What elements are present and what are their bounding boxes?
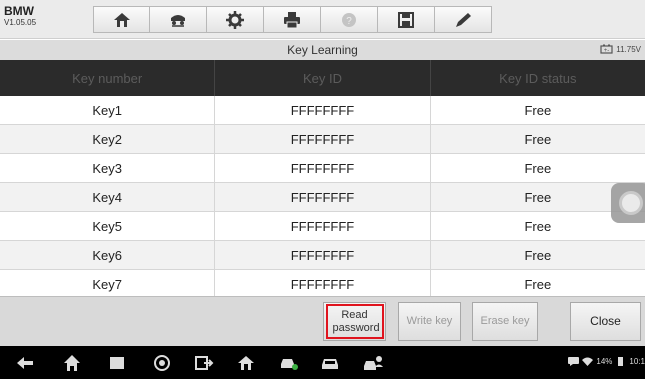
key-table[interactable]: Key1 FFFFFFFF Free Key2 FFFFFFFF Free Ke…: [0, 96, 645, 296]
battery-icon: +-: [600, 44, 613, 54]
print-icon: [284, 11, 300, 28]
clock: 10:1: [629, 357, 645, 366]
settings-button[interactable]: [207, 6, 264, 33]
print-button[interactable]: [264, 6, 321, 33]
vci-car-icon: [281, 359, 298, 370]
screen: BMW V1.05.05 ? Key Learning +- 11.75V Ke…: [0, 0, 645, 379]
title-bar: Key Learning +- 11.75V: [0, 40, 645, 60]
home-nav-icon: [64, 355, 80, 371]
key-status-cell: Free: [524, 247, 552, 263]
column-header-key-id-status: Key ID status: [499, 70, 577, 86]
browser-button[interactable]: [151, 353, 173, 373]
vehicle-button[interactable]: [319, 353, 341, 373]
settings-icon: [226, 10, 244, 29]
key-number-cell: Key4: [0, 183, 216, 211]
screen-switch-icon: [195, 356, 214, 370]
key-id-cell: FFFFFFFF: [215, 125, 431, 153]
car-icon: [322, 359, 338, 369]
software-version: V1.05.05: [4, 18, 37, 27]
table-row[interactable]: Key7 FFFFFFFF Free: [0, 270, 645, 296]
vehicle-swap-button[interactable]: [150, 6, 207, 33]
column-header-key-number: Key number: [0, 60, 216, 96]
back-button[interactable]: [14, 353, 36, 373]
key-status-cell: Free: [524, 131, 552, 147]
recent-apps-button[interactable]: [106, 353, 128, 373]
battery-voltage: +- 11.75V: [600, 44, 641, 54]
table-row[interactable]: Key6 FFFFFFFF Free: [0, 241, 645, 270]
edit-button[interactable]: [435, 6, 492, 33]
svg-text:?: ?: [346, 16, 352, 27]
key-status-cell: Free: [524, 276, 552, 292]
remote-expert-icon: [364, 356, 383, 370]
key-number-cell: Key1: [0, 96, 216, 124]
key-number-cell: Key7: [0, 270, 216, 296]
browser-icon: [154, 355, 170, 371]
remote-expert-button[interactable]: [362, 353, 384, 373]
key-status-cell: Free: [524, 102, 552, 118]
help-icon: ?: [342, 12, 356, 27]
battery-percent: 14%: [596, 357, 613, 366]
close-button[interactable]: Close: [570, 302, 641, 341]
vehicle-brand: BMW V1.05.05: [4, 5, 36, 27]
table-row[interactable]: Key1 FFFFFFFF Free: [0, 96, 645, 125]
battery-level-icon: [618, 357, 624, 366]
erase-key-button[interactable]: Erase key: [472, 302, 538, 341]
key-id-cell: FFFFFFFF: [215, 154, 431, 182]
svg-text:+-: +-: [604, 48, 610, 54]
key-id-cell: FFFFFFFF: [215, 183, 431, 211]
table-row[interactable]: Key5 FFFFFFFF Free: [0, 212, 645, 241]
system-nav-bar: 14% 10:1: [0, 346, 645, 379]
key-status-cell: Free: [524, 160, 552, 176]
key-id-cell: FFFFFFFF: [215, 212, 431, 240]
table-header: Key number Key ID Key ID status: [0, 60, 645, 96]
column-header-key-id: Key ID: [215, 60, 431, 96]
table-row[interactable]: Key2 FFFFFFFF Free: [0, 125, 645, 154]
table-row[interactable]: Key4 FFFFFFFF Free: [0, 183, 645, 212]
recent-apps-icon: [110, 357, 124, 369]
vci-button[interactable]: [278, 353, 300, 373]
home-nav-button[interactable]: [61, 353, 83, 373]
home-button[interactable]: [93, 6, 150, 33]
read-password-button[interactable]: Read password: [323, 302, 386, 341]
key-number-cell: Key6: [0, 241, 216, 269]
diagnostics-home-icon: [238, 356, 254, 370]
wifi-icon: [582, 357, 594, 366]
home-icon: [113, 12, 130, 27]
page-title: Key Learning: [287, 43, 358, 57]
key-id-cell: FFFFFFFF: [215, 96, 431, 124]
top-toolbar: BMW V1.05.05 ?: [0, 0, 645, 39]
action-bar: Read password Write key Erase key Close: [0, 296, 645, 346]
key-number-cell: Key2: [0, 125, 216, 153]
edit-icon: [456, 12, 471, 27]
save-button[interactable]: [378, 6, 435, 33]
screen-switch-button[interactable]: [193, 353, 215, 373]
voltage-value: 11.75V: [616, 44, 641, 54]
assist-ring-icon: [619, 191, 643, 215]
key-number-cell: Key3: [0, 154, 216, 182]
save-icon: [398, 11, 414, 28]
help-button[interactable]: ?: [321, 6, 378, 33]
key-id-cell: FFFFFFFF: [215, 270, 431, 296]
write-key-button[interactable]: Write key: [398, 302, 461, 341]
table-row[interactable]: Key3 FFFFFFFF Free: [0, 154, 645, 183]
vehicle-swap-icon: [171, 14, 185, 27]
vehicle-model: BMW: [4, 4, 34, 18]
status-area: 14% 10:1: [568, 357, 645, 366]
key-number-cell: Key5: [0, 212, 216, 240]
key-id-cell: FFFFFFFF: [215, 241, 431, 269]
chat-icon: [568, 357, 580, 366]
read-password-label: Read password: [325, 303, 384, 340]
diagnostics-home-button[interactable]: [235, 353, 257, 373]
back-icon: [17, 357, 33, 369]
floating-assist-button[interactable]: [611, 183, 645, 223]
